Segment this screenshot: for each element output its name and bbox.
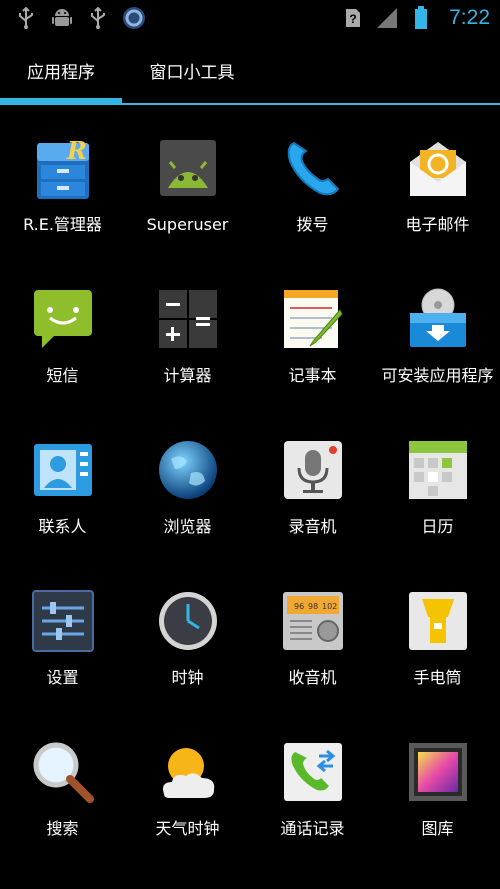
signal-icon [375,6,399,30]
browser-globe-icon [155,437,221,503]
superuser-android-icon [155,135,221,201]
sync-icon [122,6,146,30]
app-calculator[interactable]: 计算器 [125,266,250,417]
flashlight-icon [405,588,471,654]
app-clock[interactable]: 时钟 [125,568,250,719]
app-label: 短信 [46,366,79,385]
app-label: 联系人 [38,517,87,536]
app-notepad[interactable]: 记事本 [250,266,375,417]
app-label: 可安装应用程序 [381,366,494,385]
messaging-icon [30,286,96,352]
calendar-icon [405,437,471,503]
app-search[interactable]: 搜索 [0,719,125,870]
radio-icon: 96 98 102 [280,588,346,654]
app-email[interactable]: 电子邮件 [375,115,500,266]
app-gallery[interactable]: 图库 [375,719,500,870]
svg-text:R: R [66,136,87,165]
svg-text:96: 96 [294,602,304,611]
app-dialer[interactable]: 拨号 [250,115,375,266]
app-label: 搜索 [46,819,79,838]
battery-icon [409,6,433,30]
email-icon [405,135,471,201]
app-label: Superuser [146,215,229,234]
app-settings[interactable]: 设置 [0,568,125,719]
app-label: 手电筒 [413,668,462,687]
usb-icon [86,6,110,30]
app-label: 录音机 [288,517,337,536]
app-flashlight[interactable]: 手电筒 [375,568,500,719]
app-label: 通话记录 [280,819,345,838]
app-label: 浏览器 [163,517,212,536]
gallery-icon [405,739,471,805]
tab-widgets[interactable]: 窗口小工具 [122,36,262,104]
app-grid: R R.E.管理器 Superuser 拨号 电子邮件 短信 计算器 记事本 可… [0,115,500,870]
app-label: R.E.管理器 [23,215,102,234]
notepad-icon [280,286,346,352]
app-label: 设置 [46,668,79,687]
tab-bar: 应用程序 窗口小工具 [0,36,500,106]
sim-unknown-icon: ? [341,6,365,30]
app-label: 电子邮件 [405,215,470,234]
app-call-log[interactable]: 通话记录 [250,719,375,870]
re-explorer-icon: R [30,135,96,201]
app-label: 日历 [421,517,454,536]
status-bar: ? 7:22 [0,0,500,36]
tab-apps[interactable]: 应用程序 [0,36,122,104]
settings-sliders-icon [30,588,96,654]
clock-icon [155,588,221,654]
usb-icon [14,6,38,30]
app-label: 天气时钟 [155,819,220,838]
weather-icon [155,739,221,805]
calculator-icon [155,286,221,352]
app-weather-clock[interactable]: 天气时钟 [125,719,250,870]
svg-text:?: ? [349,12,356,26]
app-recorder[interactable]: 录音机 [250,417,375,568]
svg-text:98: 98 [308,602,318,611]
app-label: 拨号 [296,215,329,234]
android-debug-icon [50,6,74,30]
app-radio[interactable]: 96 98 102 收音机 [250,568,375,719]
phone-icon [280,135,346,201]
app-calendar[interactable]: 日历 [375,417,500,568]
app-label: 图库 [421,819,454,838]
svg-text:102: 102 [322,602,337,611]
contacts-icon [30,437,96,503]
app-contacts[interactable]: 联系人 [0,417,125,568]
app-browser[interactable]: 浏览器 [125,417,250,568]
tab-divider [0,103,500,105]
status-time: 7:22 [449,6,490,29]
app-re-manager[interactable]: R R.E.管理器 [0,115,125,266]
app-label: 计算器 [163,366,212,385]
search-magnifier-icon [30,739,96,805]
app-messaging[interactable]: 短信 [0,266,125,417]
app-label: 时钟 [171,668,204,687]
installer-icon [405,286,471,352]
app-installer[interactable]: 可安装应用程序 [375,266,500,417]
recorder-microphone-icon [280,437,346,503]
call-log-icon [280,739,346,805]
app-label: 记事本 [288,366,337,385]
app-label: 收音机 [288,668,337,687]
app-superuser[interactable]: Superuser [125,115,250,266]
